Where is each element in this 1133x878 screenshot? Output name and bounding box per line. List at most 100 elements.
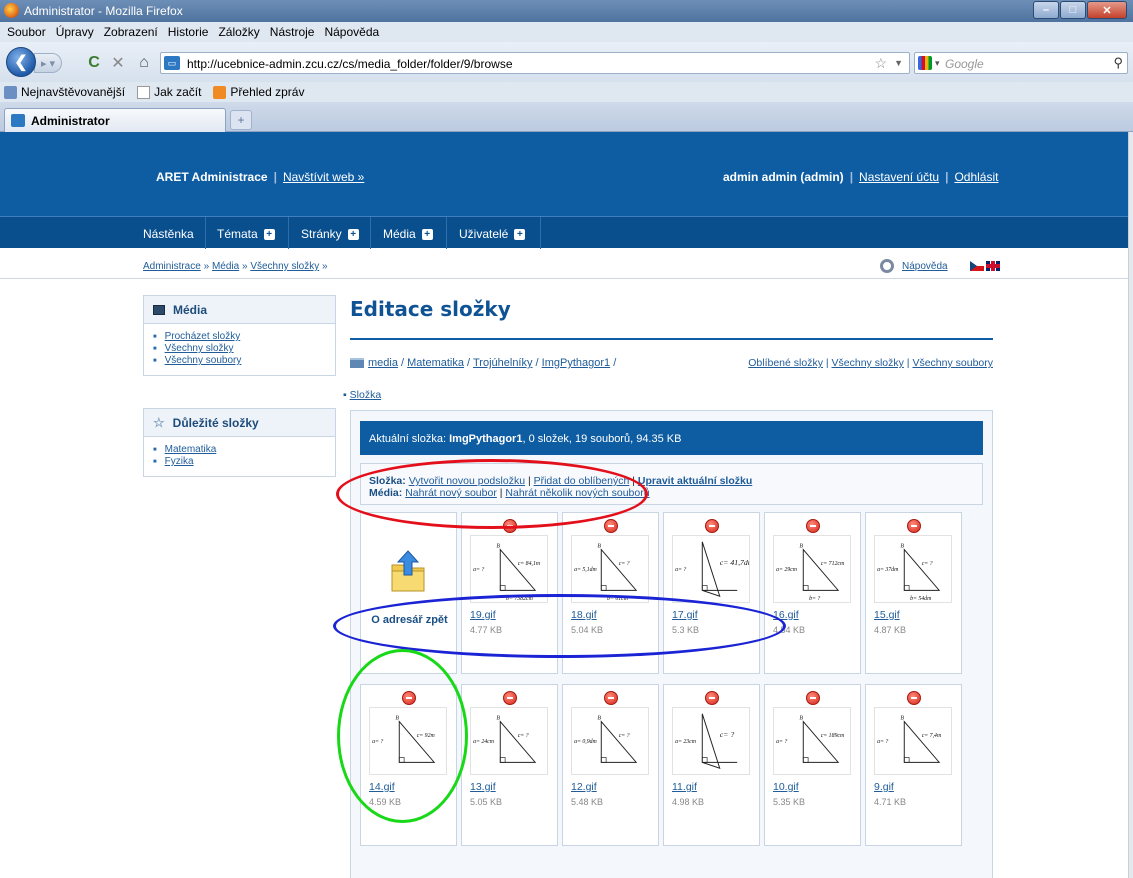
folder-up-tile[interactable]: O adresář zpět	[360, 512, 457, 674]
file-tile[interactable]: Ba= ? c= 7,4m 9.gif 4.71 KB	[865, 684, 962, 846]
site-identity-icon[interactable]: ▭	[164, 56, 180, 70]
sidebar-all-files-link[interactable]: Všechny soubory	[165, 355, 242, 367]
new-tab-button[interactable]: +	[230, 110, 252, 130]
menu-view[interactable]: Zobrazení	[104, 25, 158, 39]
file-tile[interactable]: Ba= 23cm c= ? 11.gif 4.98 KB	[663, 684, 760, 846]
logout-link[interactable]: Odhlásit	[954, 170, 998, 184]
delete-icon[interactable]	[806, 519, 820, 533]
bookmark-star-icon[interactable]: ☆	[874, 55, 887, 72]
path-math[interactable]: Matematika	[407, 357, 464, 369]
sidebar-math-link[interactable]: Matematika	[165, 444, 217, 456]
menu-media[interactable]: Média +	[383, 227, 433, 241]
triangle-thumbnail[interactable]: Ba= 37dm c= ? b= 54dm	[874, 535, 952, 603]
file-tile[interactable]: Ba= ? c= 189cm 10.gif 5.35 KB	[764, 684, 861, 846]
edit-folder-link[interactable]: Upravit aktuální složku	[638, 475, 752, 487]
delete-icon[interactable]	[806, 691, 820, 705]
folder-tab-link[interactable]: Složka	[350, 389, 382, 401]
delete-icon[interactable]	[503, 691, 517, 705]
menu-pages[interactable]: Stránky +	[301, 227, 359, 241]
file-name-link[interactable]: 13.gif	[470, 781, 496, 793]
google-logo-icon[interactable]	[918, 56, 932, 70]
file-tile[interactable]: Ba= 24cm c= ? 13.gif 5.05 KB	[461, 684, 558, 846]
add-to-favorites-link[interactable]: Přidat do oblíbených	[534, 475, 630, 487]
lifebuoy-help-icon[interactable]	[880, 259, 894, 273]
triangle-thumbnail[interactable]: Ba= 0,9dm c= ?	[571, 707, 649, 775]
visit-web-link[interactable]: Navštívit web »	[283, 170, 364, 184]
file-name-link[interactable]: 19.gif	[470, 609, 496, 621]
czech-flag-icon[interactable]	[969, 261, 984, 271]
delete-icon[interactable]	[604, 691, 618, 705]
menu-dashboard[interactable]: Nástěnka	[143, 227, 194, 241]
forward-button[interactable]: ▸ ▾	[34, 53, 62, 73]
menu-users[interactable]: Uživatelé +	[459, 227, 526, 241]
menu-help[interactable]: Nápověda	[324, 25, 379, 39]
file-tile[interactable]: Ba= 29cm c= 712cm b= ? 16.gif 4.54 KB	[764, 512, 861, 674]
stop-icon[interactable]: ✕	[108, 53, 128, 73]
search-bar[interactable]: ▾ Google ⚲	[914, 52, 1128, 74]
delete-icon[interactable]	[503, 519, 517, 533]
file-name-link[interactable]: 17.gif	[672, 609, 698, 621]
back-button[interactable]: ❮	[6, 47, 36, 77]
menu-topics[interactable]: Témata +	[217, 227, 275, 241]
url-text[interactable]: http://ucebnice-admin.zcu.cz/cs/media_fo…	[187, 57, 513, 71]
menu-edit[interactable]: Úpravy	[56, 25, 94, 39]
menu-history[interactable]: Historie	[168, 25, 209, 39]
account-settings-link[interactable]: Nastavení účtu	[859, 170, 939, 184]
crumb-administrace[interactable]: Administrace	[143, 261, 201, 272]
delete-icon[interactable]	[907, 519, 921, 533]
reload-icon[interactable]: C	[84, 53, 104, 73]
path-triangles[interactable]: Trojúhelníky	[473, 357, 533, 369]
file-tile[interactable]: Ba= 5,1dm c= ? b= 61cm 18.gif 5.04 KB	[562, 512, 659, 674]
create-subfolder-link[interactable]: Vytvořit novou podsložku	[409, 475, 525, 487]
triangle-thumbnail[interactable]: Ba= 23cm c= ?	[672, 707, 750, 775]
menu-tools[interactable]: Nástroje	[270, 25, 315, 39]
file-name-link[interactable]: 11.gif	[672, 781, 697, 793]
bookmark-getting-started[interactable]: Jak začít	[137, 85, 201, 99]
file-name-link[interactable]: 15.gif	[874, 609, 900, 621]
page-scrollbar[interactable]	[1128, 132, 1133, 878]
uk-flag-icon[interactable]	[985, 261, 1000, 271]
file-name-link[interactable]: 18.gif	[571, 609, 597, 621]
minimize-button[interactable]: –	[1033, 1, 1059, 19]
path-media[interactable]: media	[368, 357, 398, 369]
help-link[interactable]: Nápověda	[902, 261, 948, 272]
sidebar-browse-folders-link[interactable]: Procházet složky	[165, 331, 241, 343]
triangle-thumbnail[interactable]: Ba= ? c= 189cm	[773, 707, 851, 775]
triangle-thumbnail[interactable]: Ba= ? c= 92m	[369, 707, 447, 775]
file-name-link[interactable]: 16.gif	[773, 609, 799, 621]
bookmark-news[interactable]: Přehled zpráv	[213, 85, 304, 99]
file-tile[interactable]: Ba= ? c= 41,7dm 17.gif 5.3 KB	[663, 512, 760, 674]
delete-icon[interactable]	[907, 691, 921, 705]
file-tile[interactable]: Ba= 0,9dm c= ? 12.gif 5.48 KB	[562, 684, 659, 846]
file-name-link[interactable]: 9.gif	[874, 781, 894, 793]
file-tile[interactable]: Ba= 37dm c= ? b= 54dm 15.gif 4.87 KB	[865, 512, 962, 674]
delete-icon[interactable]	[402, 691, 416, 705]
delete-icon[interactable]	[604, 519, 618, 533]
all-files-link[interactable]: Všechny soubory	[912, 357, 993, 369]
favorite-folders-link[interactable]: Oblíbené složky	[748, 357, 823, 369]
all-folders-link[interactable]: Všechny složky	[832, 357, 904, 369]
url-dropdown-icon[interactable]: ▼	[894, 58, 903, 68]
triangle-thumbnail[interactable]: Ba= ? c= 7,4m	[874, 707, 952, 775]
menu-bookmarks[interactable]: Záložky	[218, 25, 259, 39]
crumb-media[interactable]: Média	[212, 261, 239, 272]
file-tile[interactable]: Ba= ? c= 84,1m b= 7382cm 19.gif 4.77 KB	[461, 512, 558, 674]
file-name-link[interactable]: 12.gif	[571, 781, 597, 793]
tab-administrator[interactable]: Administrator	[4, 108, 226, 132]
menu-file[interactable]: Soubor	[7, 25, 46, 39]
home-icon[interactable]: ⌂	[134, 53, 154, 73]
search-input[interactable]: Google	[945, 57, 984, 71]
sidebar-all-folders-link[interactable]: Všechny složky	[165, 343, 234, 355]
delete-icon[interactable]	[705, 691, 719, 705]
search-engine-dropdown-icon[interactable]: ▾	[935, 58, 940, 69]
sidebar-physics-link[interactable]: Fyzika	[165, 456, 194, 468]
path-imgpythagor1[interactable]: ImgPythagor1	[542, 357, 610, 369]
triangle-thumbnail[interactable]: Ba= 24cm c= ?	[470, 707, 548, 775]
triangle-thumbnail[interactable]: Ba= 29cm c= 712cm b= ?	[773, 535, 851, 603]
search-icon[interactable]: ⚲	[1113, 55, 1123, 71]
file-name-link[interactable]: 10.gif	[773, 781, 799, 793]
url-bar[interactable]: ▭ http://ucebnice-admin.zcu.cz/cs/media_…	[160, 52, 910, 74]
file-tile[interactable]: Ba= ? c= 92m 14.gif 4.59 KB	[360, 684, 457, 846]
upload-multiple-link[interactable]: Nahrát několik nových souborů	[505, 487, 649, 499]
file-name-link[interactable]: 14.gif	[369, 781, 395, 793]
